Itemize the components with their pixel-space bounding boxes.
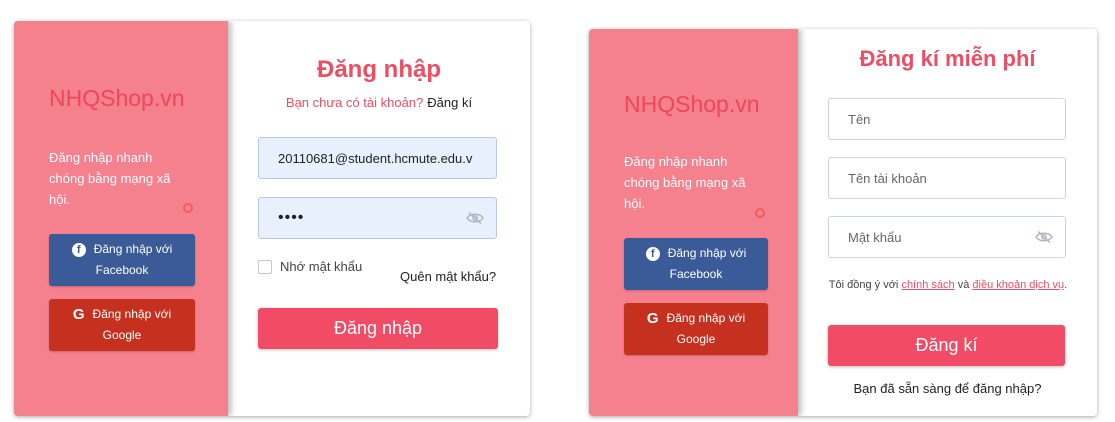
terms-and: và bbox=[957, 279, 970, 291]
password-field[interactable]: •••• bbox=[258, 197, 497, 239]
facebook-button-label: Đăng nhập với bbox=[667, 246, 747, 260]
eye-slash-icon[interactable] bbox=[466, 212, 484, 224]
google-button-label-2: Google bbox=[102, 328, 142, 342]
login-submit-button[interactable]: Đăng nhập bbox=[258, 308, 498, 349]
page-title: Đăng nhập bbox=[317, 56, 441, 83]
remember-me[interactable]: Nhớ mật khẩu bbox=[258, 259, 362, 274]
facebook-login-button[interactable]: f Đăng nhập với Facebook bbox=[624, 238, 768, 290]
signup-side-panel: NHQShop.vn Đăng nhập nhanh chóng bằng mạ… bbox=[589, 29, 798, 416]
register-link[interactable]: Đăng kí bbox=[427, 95, 472, 110]
social-login-text: Đăng nhập nhanh chóng bằng mạng xã hội. bbox=[49, 150, 171, 207]
policy-link[interactable]: chính sách bbox=[901, 279, 954, 291]
google-icon: G bbox=[646, 310, 659, 327]
google-icon: G bbox=[72, 306, 85, 323]
facebook-icon: f bbox=[645, 246, 660, 261]
facebook-button-label-2: Facebook bbox=[669, 267, 723, 281]
username-field[interactable]: Tên tài khoản bbox=[828, 157, 1066, 199]
login-prompt-link[interactable]: Bạn đã sẵn sàng để đăng nhập? bbox=[798, 381, 1097, 396]
page-title: Đăng kí miễn phí bbox=[859, 46, 1036, 71]
google-button-label: Đăng nhập với bbox=[666, 311, 746, 325]
google-button-label: Đăng nhập với bbox=[92, 307, 172, 321]
terms-prefix: Tôi đồng ý với bbox=[828, 279, 899, 291]
password-placeholder: Mật khẩu bbox=[848, 229, 902, 245]
forgot-password-link[interactable]: Quên mật khẩu? bbox=[400, 269, 496, 284]
terms-suffix: . bbox=[1064, 279, 1068, 291]
no-account-text: Bạn chưa có tài khoản? bbox=[285, 95, 424, 110]
username-placeholder: Tên tài khoản bbox=[848, 170, 927, 186]
email-value: 20110681@student.hcmute.edu.v bbox=[278, 150, 473, 166]
name-field[interactable]: Tên bbox=[828, 98, 1066, 140]
login-form: Đăng nhập Bạn chưa có tài khoản? Đăng kí … bbox=[228, 21, 530, 416]
decorative-dot bbox=[183, 203, 193, 213]
terms-text: Tôi đồng ý với chính sách và điều khoản … bbox=[828, 277, 1068, 293]
facebook-button-label: Đăng nhập với bbox=[93, 242, 173, 256]
terms-of-service-link[interactable]: điều khoản dịch vụ bbox=[972, 279, 1064, 291]
google-login-button[interactable]: G Đăng nhập với Google bbox=[49, 299, 195, 351]
login-side-panel: NHQShop.vn Đăng nhập nhanh chóng bằng mạ… bbox=[14, 21, 228, 416]
signup-card: NHQShop.vn Đăng nhập nhanh chóng bằng mạ… bbox=[589, 29, 1097, 416]
facebook-icon: f bbox=[71, 242, 86, 257]
password-value: •••• bbox=[278, 209, 305, 226]
eye-slash-icon[interactable] bbox=[1035, 231, 1053, 243]
remember-label: Nhớ mật khẩu bbox=[280, 259, 363, 274]
google-login-button[interactable]: G Đăng nhập với Google bbox=[624, 303, 768, 355]
google-button-label-2: Google bbox=[676, 332, 716, 346]
register-prompt: Bạn chưa có tài khoản? Đăng kí bbox=[228, 95, 530, 110]
password-field[interactable]: Mật khẩu bbox=[828, 216, 1066, 258]
brand-logo: NHQShop.vn bbox=[49, 85, 185, 111]
facebook-login-button[interactable]: f Đăng nhập với Facebook bbox=[49, 234, 195, 286]
remember-checkbox[interactable] bbox=[258, 259, 272, 274]
signup-submit-button[interactable]: Đăng kí bbox=[828, 325, 1065, 366]
social-login-text: Đăng nhập nhanh chóng bằng mạng xã hội. bbox=[624, 154, 746, 211]
login-card: NHQShop.vn Đăng nhập nhanh chóng bằng mạ… bbox=[14, 21, 530, 416]
name-placeholder: Tên bbox=[848, 111, 871, 127]
brand-logo: NHQShop.vn bbox=[624, 91, 760, 117]
facebook-button-label-2: Facebook bbox=[95, 263, 149, 277]
decorative-dot bbox=[755, 208, 765, 218]
signup-form: Đăng kí miễn phí Tên Tên tài khoản Mật k… bbox=[798, 29, 1097, 416]
email-field[interactable]: 20110681@student.hcmute.edu.v bbox=[258, 137, 497, 179]
